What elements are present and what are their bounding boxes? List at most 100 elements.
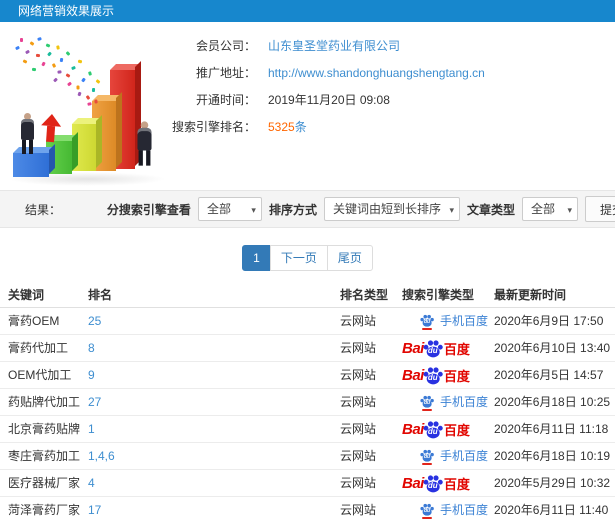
businessman-figure	[21, 113, 34, 154]
baidu-logo: Bai du 百度	[402, 421, 470, 439]
cell-engine: Bai du 百度	[402, 334, 494, 362]
info-row-promo-url: 推广地址： http://www.shandonghuangshengtang.…	[158, 59, 608, 86]
engine-view-value: 全部	[206, 202, 231, 216]
cell-keyword: 膏药代加工	[0, 334, 88, 362]
businessman-figure	[137, 121, 152, 166]
table-row: 医疗器械厂家 4 云网站 Bai du 百度 2020年5月29日 10:32	[0, 469, 615, 497]
sort-select[interactable]: 关键词由短到长排序 ▾	[323, 197, 460, 221]
col-updated: 最新更新时间	[494, 283, 615, 308]
page-item-next[interactable]: 下一页	[269, 245, 328, 271]
table-row: OEM代加工 9 云网站 Bai du 百度 2020年6月5日 14:57	[0, 361, 615, 389]
engine-rank-value[interactable]: 5325条	[268, 118, 307, 135]
table-row: 药贴牌代加工 27 云网站 du 手机百度 2020年6月18日 10:25	[0, 388, 615, 416]
rank-link[interactable]: 1,4,6	[88, 449, 115, 463]
cell-rank: 17	[88, 496, 340, 520]
cell-updated: 2020年6月11日 11:18	[494, 415, 615, 443]
cell-engine: Bai du 百度	[402, 361, 494, 389]
cell-rank: 27	[88, 388, 340, 416]
page-item-current[interactable]: 1	[242, 245, 271, 271]
submit-button[interactable]: 提交	[584, 196, 615, 222]
pagination: 1 下一页 尾页	[0, 245, 615, 271]
company-label: 会员公司：	[195, 39, 256, 53]
next-page-link[interactable]: 下一页	[269, 245, 328, 271]
cell-updated: 2020年6月11日 11:40	[494, 496, 615, 520]
col-rank: 排名	[88, 283, 340, 308]
cell-keyword: 膏药OEM	[0, 307, 88, 335]
cell-rank: 1,4,6	[88, 442, 340, 470]
mobile-baidu-label: 手机百度	[440, 313, 489, 328]
bar-chart-illustration	[8, 34, 180, 186]
cell-engine: du 手机百度	[402, 442, 494, 470]
sort-label: 排序方式	[268, 202, 317, 217]
promo-url-link[interactable]: http://www.shandonghuangshengtang.cn	[268, 66, 485, 80]
baidu-paw-icon: du	[420, 314, 434, 330]
engine-rank-unit: 条	[294, 120, 307, 134]
baidu-logo: Bai du 百度	[402, 475, 470, 493]
col-engine-type: 搜索引擎类型	[402, 283, 494, 308]
company-link[interactable]: 山东皇圣堂药业有限公司	[268, 37, 400, 54]
rank-link[interactable]: 9	[88, 368, 95, 382]
mobile-baidu-logo: du 手机百度	[402, 312, 489, 330]
filter-bar: 结果： 分搜索引擎查看 全部 ▾ 排序方式 关键词由短到长排序 ▾ 文章类型 全部 ▾…	[0, 190, 615, 228]
article-type-label: 文章类型	[466, 202, 515, 217]
rank-link[interactable]: 1	[88, 422, 95, 436]
page-item-last[interactable]: 尾页	[326, 245, 373, 271]
cell-rank-type: 云网站	[340, 442, 402, 470]
cell-updated: 2020年6月5日 14:57	[494, 361, 615, 389]
results-table: 关键词 排名 排名类型 搜索引擎类型 最新更新时间 膏药OEM 25 云网站 du 手机…	[0, 283, 615, 520]
cell-keyword: 医疗器械厂家	[0, 469, 88, 497]
cell-updated: 2020年5月29日 10:32	[494, 469, 615, 497]
rank-link[interactable]: 8	[88, 341, 95, 355]
col-keyword: 关键词	[0, 283, 88, 308]
cell-keyword: 北京膏药贴牌	[0, 415, 88, 443]
last-page-link[interactable]: 尾页	[326, 245, 373, 271]
engine-view-label: 分搜索引擎查看	[106, 202, 191, 217]
table-body: 膏药OEM 25 云网站 du 手机百度 2020年6月9日 17:50 膏药代加工 8 云网站…	[0, 307, 615, 520]
engine-rank-count: 5325	[268, 120, 295, 134]
table-row: 枣庄膏药加工 1,4,6 云网站 du 手机百度 2020年6月18日 10:19	[0, 442, 615, 470]
cell-updated: 2020年6月18日 10:19	[494, 442, 615, 470]
filter-controls: 分搜索引擎查看 全部 ▾ 排序方式 关键词由短到长排序 ▾ 文章类型 全部 ▾ 提交	[107, 196, 615, 222]
rank-link[interactable]: 27	[88, 395, 101, 409]
cell-engine: du 手机百度	[402, 307, 494, 335]
cell-rank-type: 云网站	[340, 334, 402, 362]
table-row: 膏药OEM 25 云网站 du 手机百度 2020年6月9日 17:50	[0, 307, 615, 335]
promo-url-label: 推广地址：	[195, 66, 256, 80]
mobile-baidu-label: 手机百度	[440, 448, 489, 463]
chevron-down-icon: ▾	[567, 205, 572, 215]
engine-view-select[interactable]: 全部 ▾	[197, 197, 262, 221]
cell-keyword: 药贴牌代加工	[0, 388, 88, 416]
engine-rank-label: 搜索引擎排名：	[171, 120, 256, 134]
rank-link[interactable]: 4	[88, 476, 95, 490]
cell-engine: Bai du 百度	[402, 469, 494, 497]
baidu-paw-icon: du	[423, 339, 443, 358]
mobile-baidu-logo: du 手机百度	[402, 393, 488, 411]
page-number[interactable]: 1	[242, 245, 271, 271]
cell-rank: 4	[88, 469, 340, 497]
baidu-paw-icon: du	[420, 503, 434, 519]
cell-engine: du 手机百度	[402, 388, 494, 416]
table-row: 膏药代加工 8 云网站 Bai du 百度 2020年6月10日 13:40	[0, 334, 615, 362]
info-row-engine-rank: 搜索引擎排名： 5325条	[158, 113, 608, 140]
cell-keyword: 菏泽膏药厂家	[0, 496, 88, 520]
rank-link[interactable]: 17	[88, 503, 101, 517]
cell-rank-type: 云网站	[340, 361, 402, 389]
info-row-company: 会员公司： 山东皇圣堂药业有限公司	[158, 32, 608, 59]
sort-value: 关键词由短到长排序	[332, 202, 441, 216]
chevron-down-icon: ▾	[251, 205, 256, 215]
article-type-select[interactable]: 全部 ▾	[521, 197, 578, 221]
baidu-paw-icon: du	[423, 366, 443, 385]
title-bar: 网络营销效果展示	[0, 0, 615, 22]
cell-engine: du 手机百度	[402, 496, 494, 520]
rank-link[interactable]: 25	[88, 314, 101, 328]
table-row: 菏泽膏药厂家 17 云网站 du 手机百度 2020年6月11日 11:40	[0, 496, 615, 520]
open-time-value: 2019年11月20日 09:08	[268, 93, 390, 107]
cell-rank: 8	[88, 334, 340, 362]
table-header-row: 关键词 排名 排名类型 搜索引擎类型 最新更新时间	[0, 283, 615, 308]
cell-rank: 25	[88, 307, 340, 335]
info-list: 会员公司： 山东皇圣堂药业有限公司 推广地址： http://www.shand…	[158, 32, 608, 140]
cell-rank: 1	[88, 415, 340, 443]
baidu-logo: Bai du 百度	[402, 366, 470, 385]
cell-rank-type: 云网站	[340, 388, 402, 416]
cell-keyword: 枣庄膏药加工	[0, 442, 88, 470]
